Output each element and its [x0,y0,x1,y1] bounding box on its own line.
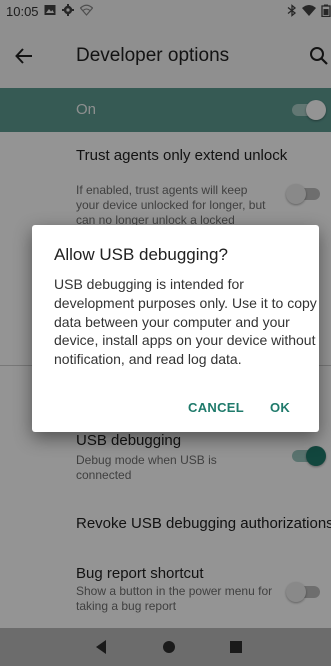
dialog-title: Allow USB debugging? [54,245,228,264]
dialog-message: USB debugging is intended for developmen… [54,276,317,368]
screen: 10:05 Developer options On Trust agents … [0,0,331,666]
nav-home-icon[interactable] [159,637,181,657]
nav-back-icon[interactable] [92,637,114,657]
usb-debugging-dialog: Allow USB debugging? USB debugging is in… [32,225,319,432]
cancel-button[interactable]: CANCEL [188,400,244,415]
ok-button[interactable]: OK [270,400,290,415]
navigation-bar [0,628,331,666]
nav-recents-icon[interactable] [226,637,248,657]
